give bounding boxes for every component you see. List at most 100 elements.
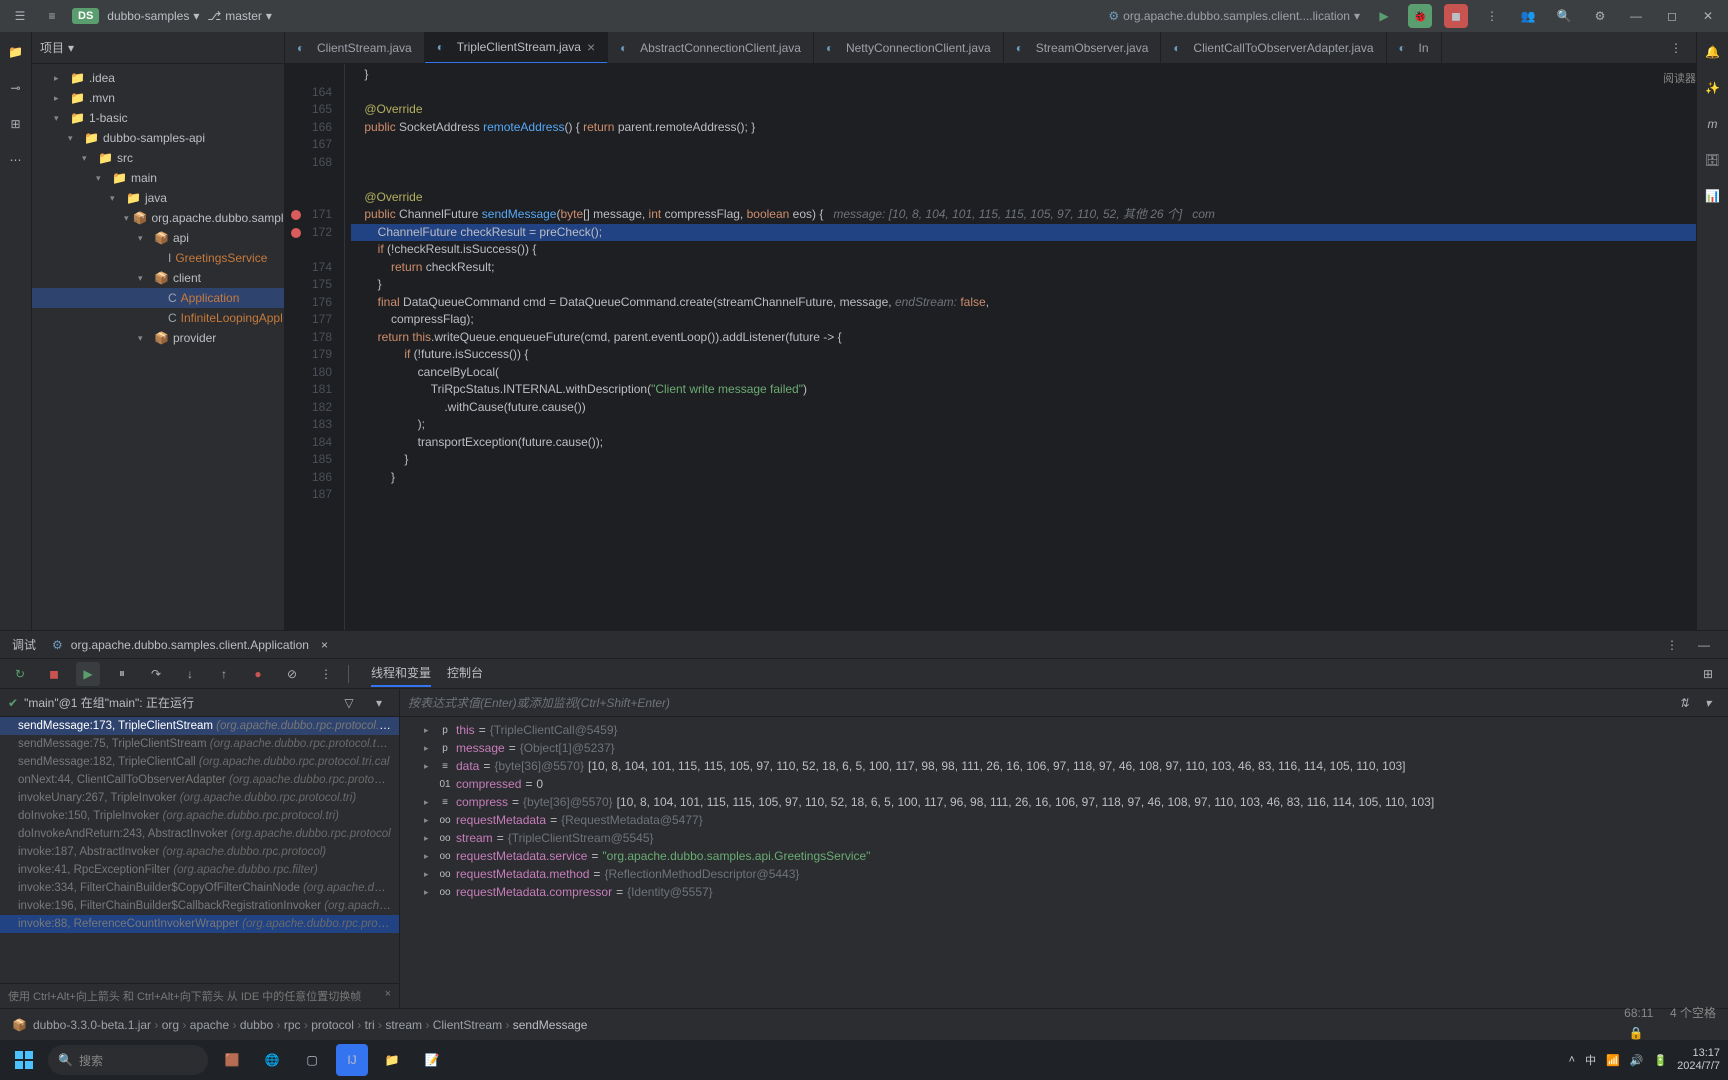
- taskbar-chrome[interactable]: 🌐: [256, 1044, 288, 1076]
- taskbar-explorer[interactable]: 📁: [376, 1044, 408, 1076]
- editor-tab[interactable]: ◐TripleClientStream.java×: [425, 32, 608, 64]
- stack-frame[interactable]: onNext:44, ClientCallToObserverAdapter (…: [0, 771, 399, 789]
- mute-breakpoints-icon[interactable]: ⊘: [280, 662, 304, 686]
- tree-item[interactable]: ▾📦api: [32, 228, 284, 248]
- rerun-icon[interactable]: ↻: [8, 662, 32, 686]
- stack-frame[interactable]: invoke:334, FilterChainBuilder$CopyOfFil…: [0, 879, 399, 897]
- stack-frame[interactable]: sendMessage:173, TripleClientStream (org…: [0, 717, 399, 735]
- stop-icon[interactable]: ◼: [1444, 4, 1468, 28]
- editor-tab[interactable]: ◐NettyConnectionClient.java: [814, 32, 1004, 64]
- stack-frame[interactable]: doInvoke:150, TripleInvoker (org.apache.…: [0, 807, 399, 825]
- stop-icon[interactable]: ◼: [42, 662, 66, 686]
- resume-icon[interactable]: ▶: [76, 662, 100, 686]
- variable-row[interactable]: 01compressed = 0: [400, 775, 1728, 793]
- commit-tool-icon[interactable]: ⊸: [4, 76, 28, 100]
- tree-item[interactable]: ▾📁src: [32, 148, 284, 168]
- tree-item[interactable]: ▾📦org.apache.dubbo.samples: [32, 208, 284, 228]
- breadcrumb-segment[interactable]: protocol: [311, 1018, 354, 1032]
- taskbar-app-3[interactable]: 📝: [416, 1044, 448, 1076]
- ai-icon[interactable]: ✨: [1701, 76, 1725, 100]
- editor-tab[interactable]: ◐AbstractConnectionClient.java: [608, 32, 814, 64]
- more-icon[interactable]: ⋮: [1480, 4, 1504, 28]
- taskbar-clock[interactable]: 13:17 2024/7/7: [1677, 1047, 1720, 1073]
- chevron-down-icon[interactable]: ▾: [367, 691, 391, 715]
- more-tool-icon[interactable]: ⋯: [4, 148, 28, 172]
- variables-list[interactable]: ▸pthis = {TripleClientCall@5459}▸pmessag…: [400, 717, 1728, 1008]
- pause-icon[interactable]: ⏸: [110, 662, 134, 686]
- start-button[interactable]: [8, 1044, 40, 1076]
- variable-row[interactable]: ▸≡data = {byte[36]@5570} [10, 8, 104, 10…: [400, 757, 1728, 775]
- tree-item[interactable]: ▾📁java: [32, 188, 284, 208]
- variable-row[interactable]: ▸≡compress = {byte[36]@5570} [10, 8, 104…: [400, 793, 1728, 811]
- structure-tool-icon[interactable]: ⊞: [4, 112, 28, 136]
- search-icon[interactable]: 🔍: [1552, 4, 1576, 28]
- debug-icon[interactable]: 🐞: [1408, 4, 1432, 28]
- taskbar-intellij[interactable]: IJ: [336, 1044, 368, 1076]
- tab-console[interactable]: 控制台: [447, 660, 483, 687]
- tree-item[interactable]: ▾📦provider: [32, 328, 284, 348]
- close-hint-icon[interactable]: ×: [385, 988, 391, 1000]
- view-breakpoints-icon[interactable]: ●: [246, 662, 270, 686]
- breadcrumb-segment[interactable]: stream: [385, 1018, 422, 1032]
- maven-icon[interactable]: m: [1701, 112, 1725, 136]
- stack-frame[interactable]: invoke:187, AbstractInvoker (org.apache.…: [0, 843, 399, 861]
- run-icon[interactable]: ▶: [1372, 4, 1396, 28]
- project-dropdown[interactable]: dubbo-samples▾: [107, 9, 199, 23]
- step-into-icon[interactable]: ↓: [178, 662, 202, 686]
- breakpoint-icon[interactable]: [291, 210, 301, 220]
- variable-row[interactable]: ▸oorequestMetadata.compressor = {Identit…: [400, 883, 1728, 901]
- tray-battery-icon[interactable]: 🔋: [1653, 1054, 1667, 1067]
- run-config-dropdown[interactable]: ⚙ org.apache.dubbo.samples.client....lic…: [1108, 9, 1360, 23]
- step-out-icon[interactable]: ↑: [212, 662, 236, 686]
- tree-item[interactable]: ▾📁dubbo-samples-api: [32, 128, 284, 148]
- tray-wifi-icon[interactable]: 📶: [1606, 1054, 1620, 1067]
- breadcrumb-segment[interactable]: dubbo: [240, 1018, 273, 1032]
- minimize-icon[interactable]: —: [1624, 4, 1648, 28]
- variable-row[interactable]: ▸oorequestMetadata = {RequestMetadata@54…: [400, 811, 1728, 829]
- editor-tab[interactable]: ◐ClientStream.java: [285, 32, 425, 64]
- coverage-icon[interactable]: 📊: [1701, 184, 1725, 208]
- branch-dropdown[interactable]: ⎇ master▾: [207, 9, 272, 23]
- frames-list[interactable]: sendMessage:173, TripleClientStream (org…: [0, 717, 399, 983]
- stack-frame[interactable]: sendMessage:75, TripleClientStream (org.…: [0, 735, 399, 753]
- tray-chevron-icon[interactable]: ˄: [1569, 1054, 1575, 1066]
- editor-tab[interactable]: ◐In: [1387, 32, 1442, 64]
- breadcrumb-segment[interactable]: org: [162, 1018, 179, 1032]
- thread-status[interactable]: "main"@1 在组"main": 正在运行: [24, 694, 194, 711]
- tray-ime-icon[interactable]: 中: [1585, 1052, 1596, 1068]
- notifications-icon[interactable]: 🔔: [1701, 40, 1725, 64]
- editor-tab[interactable]: ◐ClientCallToObserverAdapter.java: [1161, 32, 1386, 64]
- tree-item[interactable]: CApplication: [32, 288, 284, 308]
- breadcrumb-segment[interactable]: rpc: [284, 1018, 301, 1032]
- app-menu-icon[interactable]: ☰: [8, 4, 32, 28]
- stack-frame[interactable]: invoke:88, ReferenceCountInvokerWrapper …: [0, 915, 399, 933]
- breakpoint-icon[interactable]: [291, 228, 301, 238]
- more-icon[interactable]: ⋮: [314, 662, 338, 686]
- stack-frame[interactable]: sendMessage:182, TripleClientCall (org.a…: [0, 753, 399, 771]
- taskbar-app-1[interactable]: 🟫: [216, 1044, 248, 1076]
- eval-expression-input[interactable]: 按表达式求值(Enter)或添加监视(Ctrl+Shift+Enter) ⇅ ▾: [400, 689, 1728, 717]
- minimize-panel-icon[interactable]: —: [1692, 633, 1716, 657]
- chevron-down-icon[interactable]: ▾: [68, 41, 74, 55]
- taskbar-search[interactable]: 🔍 搜索: [48, 1045, 208, 1075]
- variable-row[interactable]: ▸oorequestMetadata.method = {ReflectionM…: [400, 865, 1728, 883]
- tree-item[interactable]: ▸📁.mvn: [32, 88, 284, 108]
- stack-frame[interactable]: invoke:41, RpcExceptionFilter (org.apach…: [0, 861, 399, 879]
- breadcrumb-segment[interactable]: ClientStream: [433, 1018, 502, 1032]
- variable-row[interactable]: ▸oorequestMetadata.service = "org.apache…: [400, 847, 1728, 865]
- variable-row[interactable]: ▸pthis = {TripleClientCall@5459}: [400, 721, 1728, 739]
- close-icon[interactable]: ✕: [1696, 4, 1720, 28]
- tree-item[interactable]: ▾📦client: [32, 268, 284, 288]
- breadcrumb-segment[interactable]: apache: [190, 1018, 229, 1032]
- tree-item[interactable]: ▾📁main: [32, 168, 284, 188]
- variable-row[interactable]: ▸oostream = {TripleClientStream@5545}: [400, 829, 1728, 847]
- stack-frame[interactable]: invokeUnary:267, TripleInvoker (org.apac…: [0, 789, 399, 807]
- tab-threads-vars[interactable]: 线程和变量: [371, 660, 431, 687]
- settings-icon[interactable]: ⚙: [1588, 4, 1612, 28]
- breadcrumb-segment[interactable]: dubbo-3.3.0-beta.1.jar: [33, 1018, 151, 1032]
- more-icon[interactable]: ⋮: [1660, 633, 1684, 657]
- tree-item[interactable]: CInfiniteLoopingAppl: [32, 308, 284, 328]
- stack-frame[interactable]: doInvokeAndReturn:243, AbstractInvoker (…: [0, 825, 399, 843]
- step-over-icon[interactable]: ↷: [144, 662, 168, 686]
- taskbar-app-2[interactable]: ▢: [296, 1044, 328, 1076]
